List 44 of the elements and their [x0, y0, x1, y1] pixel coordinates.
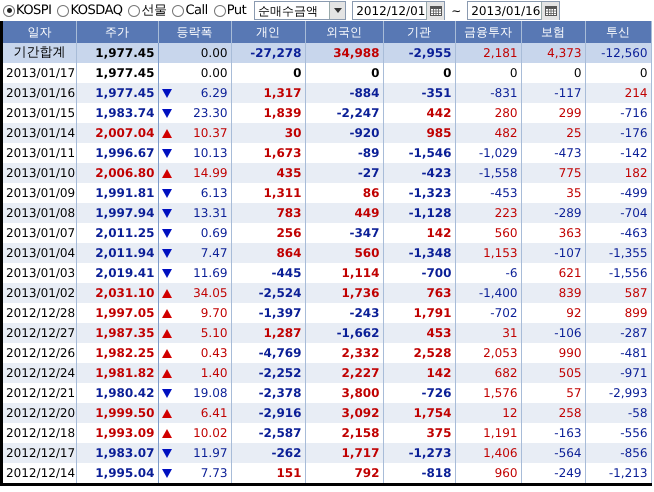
calendar-button[interactable] [541, 2, 560, 20]
market-radio[interactable]: KOSPI [3, 0, 52, 20]
change-cell-text: 0.00 [200, 65, 228, 82]
market-radio[interactable]: Put [214, 0, 246, 20]
change-cell-text: 5.10 [200, 325, 228, 342]
price-cell: 1,995.04 [76, 463, 158, 483]
range-separator: ~ [451, 2, 462, 20]
end-date-field[interactable]: 2013/01/16 [467, 1, 560, 20]
net-buy-cell: 960 [455, 463, 521, 483]
market-radio[interactable]: 선물 [128, 0, 166, 20]
calendar-icon [544, 6, 557, 16]
date-cell: 2012/12/14 [3, 463, 76, 483]
change-cell-text: 13.31 [193, 205, 228, 222]
change-cell-text: 6.29 [200, 85, 228, 102]
net-buy-cell: 151 [231, 463, 305, 483]
change-cell-text: 34.05 [193, 285, 228, 302]
change-cell-text: 9.70 [200, 305, 228, 322]
change-cell-text: 0.00 [200, 45, 228, 62]
net-buy-cell: -818 [383, 463, 455, 483]
change-cell-text: 19.08 [193, 385, 228, 402]
market-radio[interactable]: KOSDAQ [57, 0, 122, 20]
dropdown-caret-icon [334, 8, 342, 13]
change-cell-text: 0.43 [200, 345, 228, 362]
market-radio[interactable]: Call [172, 0, 208, 20]
calendar-button[interactable] [426, 2, 444, 20]
change-cell-text: 23.30 [193, 105, 228, 122]
change-cell-text: 10.13 [193, 145, 228, 162]
calendar-icon [430, 6, 442, 16]
change-cell-text: 1.40 [200, 365, 228, 382]
net-buy-cell: 792 [305, 463, 383, 483]
change-cell-text: 6.13 [200, 185, 228, 202]
change-cell-text: 10.37 [193, 125, 228, 142]
change-cell-text: 7.47 [200, 245, 228, 262]
measure-dropdown[interactable]: 순매수금액 [254, 1, 346, 20]
change-cell-text: 10.02 [193, 425, 228, 442]
start-date-field[interactable]: 2012/12/01 [352, 1, 446, 20]
change-cell-text: 0.69 [200, 225, 228, 242]
change-cell-text: 7.73 [200, 465, 228, 482]
net-buy-cell: -249 [521, 463, 585, 483]
change-cell-text: 6.41 [200, 405, 228, 422]
net-buy-cell: -1,213 [585, 463, 651, 483]
change-cell-text: 14.99 [193, 165, 228, 182]
change-cell-text: 11.69 [193, 265, 228, 282]
change-cell-text: 11.97 [193, 445, 228, 462]
